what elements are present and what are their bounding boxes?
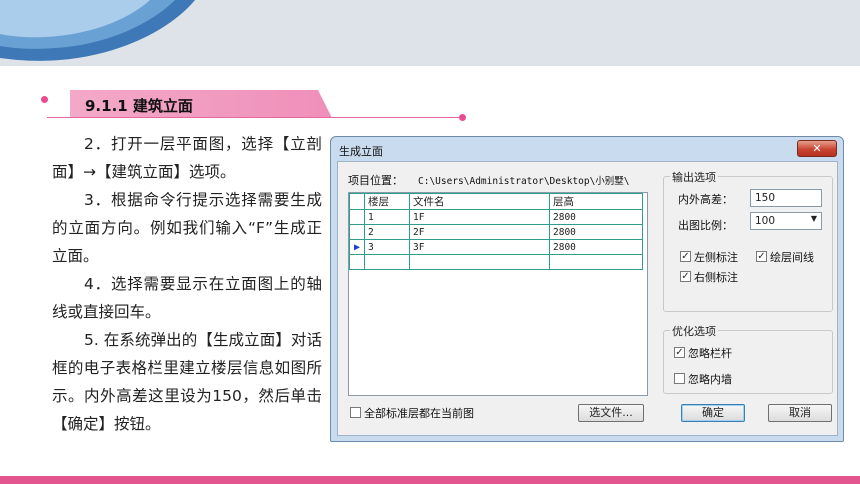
cell-height[interactable]: 2800 [549, 224, 643, 240]
table-header-row: 楼层 文件名 层高 [349, 193, 643, 210]
left-annotation-label: 左侧标注 [694, 251, 738, 264]
scale-label: 出图比例： [678, 219, 733, 232]
cell-floor[interactable]: 3 [364, 239, 410, 255]
bottom-accent-bar [0, 476, 860, 484]
height-diff-input[interactable]: 150 [750, 189, 822, 207]
table-row-new[interactable] [349, 254, 643, 270]
cell-height[interactable] [549, 254, 643, 270]
cancel-button[interactable]: 取消 [768, 404, 832, 422]
ignore-inner-wall-label: 忽略内墙 [688, 373, 732, 386]
column-header-filename[interactable]: 文件名 [409, 193, 550, 210]
floor-line-checkbox[interactable]: ✓ [756, 251, 767, 262]
output-options-group: 输出选项 内外高差： 150 出图比例： 100 ▼ ✓ 左侧标注 ✓ 绘层间线… [663, 169, 833, 312]
select-file-button[interactable]: 选文件... [578, 404, 644, 422]
dialog-title: 生成立面 [339, 145, 383, 158]
optimize-options-group: 优化选项 ✓ 忽略栏杆 忽略内墙 [663, 323, 833, 394]
generate-elevation-dialog: 生成立面 ✕ 项目位置： C:\Users\Administrator\Desk… [330, 136, 844, 442]
ignore-railing-checkbox[interactable]: ✓ [674, 347, 685, 358]
cell-floor[interactable]: 2 [364, 224, 410, 240]
title-underline [47, 117, 463, 118]
project-path: C:\Users\Administrator\Desktop\小别墅\ [418, 176, 630, 187]
ok-button[interactable]: 确定 [681, 404, 745, 422]
paragraph-step-5: 5. 在系统弹出的【生成立面】对话框的电子表格栏里建立楼层信息如图所示。内外高差… [52, 331, 322, 433]
paragraph-step-4: 4．选择需要显示在立面图上的轴线或直接回车。 [52, 275, 322, 321]
left-annotation-checkbox[interactable]: ✓ [680, 251, 691, 262]
height-diff-label: 内外高差： [678, 193, 733, 206]
all-floors-checkbox[interactable] [350, 407, 361, 418]
project-location-label: 项目位置： [348, 174, 403, 187]
body-text: 2．打开一层平面图，选择【立剖面】→【建筑立面】选项。 3．根据命令行提示选择需… [52, 130, 322, 438]
output-options-title: 输出选项 [670, 169, 718, 185]
right-annotation-checkbox[interactable]: ✓ [680, 271, 691, 282]
row-header-corner [349, 193, 365, 210]
all-floors-label: 全部标准层都在当前图 [364, 407, 474, 420]
current-row-arrow-icon: ▶ [353, 241, 361, 253]
cell-filename[interactable]: 3F [409, 239, 550, 255]
ignore-railing-label: 忽略栏杆 [688, 347, 732, 360]
row-header[interactable] [349, 254, 365, 270]
floor-line-label: 绘层间线 [770, 251, 814, 264]
table-row[interactable]: 2 2F 2800 [349, 224, 643, 240]
paragraph-step-2: 2．打开一层平面图，选择【立剖面】→【建筑立面】选项。 [52, 135, 322, 181]
right-annotation-label: 右侧标注 [694, 271, 738, 284]
title-dot-left [41, 96, 48, 103]
scale-select-value: 100 [755, 215, 776, 227]
dialog-client-area: 项目位置： C:\Users\Administrator\Desktop\小别墅… [337, 161, 838, 436]
row-header[interactable] [349, 209, 365, 225]
table-row[interactable]: 1 1F 2800 [349, 209, 643, 225]
cell-filename[interactable] [409, 254, 550, 270]
section-title: 9.1.1 建筑立面 [85, 97, 193, 115]
row-header[interactable]: ▶ [349, 239, 365, 255]
cell-height[interactable]: 2800 [549, 209, 643, 225]
ignore-inner-wall-checkbox[interactable] [674, 373, 685, 384]
close-button[interactable]: ✕ [797, 140, 837, 157]
floor-table[interactable]: 楼层 文件名 层高 1 1F 2800 2 2F 2800 ▶ 3 3F 280… [348, 192, 648, 396]
cell-filename[interactable]: 2F [409, 224, 550, 240]
cell-floor[interactable] [364, 254, 410, 270]
optimize-options-title: 优化选项 [670, 323, 718, 339]
header-wave-decoration [0, 0, 195, 61]
cell-filename[interactable]: 1F [409, 209, 550, 225]
dropdown-arrow-icon[interactable]: ▼ [811, 214, 817, 223]
column-header-floor[interactable]: 楼层 [364, 193, 410, 210]
paragraph-step-3: 3．根据命令行提示选择需要生成的立面方向。例如我们输入“F”生成正立面。 [52, 191, 322, 265]
column-header-height[interactable]: 层高 [549, 193, 643, 210]
row-header[interactable] [349, 224, 365, 240]
scale-select[interactable]: 100 ▼ [750, 212, 822, 230]
title-dot-right [459, 114, 466, 121]
cell-floor[interactable]: 1 [364, 209, 410, 225]
cell-height[interactable]: 2800 [549, 239, 643, 255]
table-row[interactable]: ▶ 3 3F 2800 [349, 239, 643, 255]
